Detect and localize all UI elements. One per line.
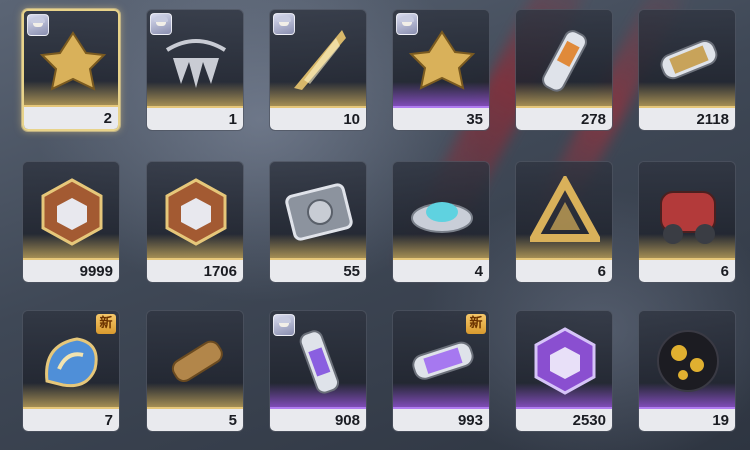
- item-slot-red-mechanical-part[interactable]: 6: [638, 161, 736, 283]
- item-slot-circuit-chip-module[interactable]: 55: [269, 161, 367, 283]
- item-slot-blue-gold-swirl-shell[interactable]: 新7: [22, 310, 120, 432]
- red-mechanical-part-icon: [653, 176, 723, 248]
- item-quantity: 278: [516, 108, 612, 130]
- character-portrait-icon: [273, 13, 295, 35]
- purple-canister-cylinder-icon: [407, 325, 477, 397]
- item-slot-golden-crystal-flower[interactable]: 2: [22, 9, 120, 131]
- item-quantity: 9999: [23, 260, 119, 282]
- golden-crystal-flower-icon: [38, 25, 108, 97]
- gold-canister-cylinder-icon: [653, 24, 723, 96]
- item-slot-black-gold-sphere[interactable]: 19: [638, 310, 736, 432]
- item-quantity: 7: [23, 409, 119, 431]
- golden-triangle-knot-icon: [527, 173, 603, 248]
- item-quantity: 4: [393, 260, 489, 282]
- black-gold-sphere-icon: [653, 325, 723, 397]
- item-quantity: 908: [270, 409, 366, 431]
- item-quantity: 19: [639, 409, 735, 431]
- item-quantity: 6: [516, 260, 612, 282]
- silver-spiked-necklace-icon: [161, 24, 231, 96]
- character-portrait-icon: [273, 314, 295, 336]
- item-quantity: 5: [147, 409, 243, 431]
- item-quantity: 6: [639, 260, 735, 282]
- item-quantity: 993: [393, 409, 489, 431]
- item-slot-golden-crystal-flower-small[interactable]: 35: [392, 9, 490, 131]
- item-slot-purple-polyhedral-core[interactable]: 2530: [515, 310, 613, 432]
- item-quantity: 1706: [147, 260, 243, 282]
- inventory-grid: 2 1 10 35 278 2118 9999 1706 55 4 6 6 新 7 5 908 新 993 2530…: [0, 0, 750, 450]
- item-quantity: 35: [393, 108, 489, 130]
- item-slot-bronze-scroll-cylinder[interactable]: 5: [146, 310, 244, 432]
- item-slot-gold-canister-cylinder[interactable]: 2118: [638, 9, 736, 131]
- item-slot-purple-capsule-vial[interactable]: 908: [269, 310, 367, 432]
- item-quantity: 2: [24, 107, 118, 129]
- golden-crystal-flower-small-icon: [407, 24, 477, 96]
- item-slot-bronze-polyhedral-core-2[interactable]: 1706: [146, 161, 244, 283]
- cyan-disc-device-icon: [407, 176, 477, 248]
- new-badge: 新: [466, 314, 486, 334]
- purple-capsule-vial-icon: [284, 325, 354, 397]
- item-slot-bronze-polyhedral-core[interactable]: 9999: [22, 161, 120, 283]
- circuit-chip-module-icon: [284, 176, 354, 248]
- item-quantity: 2118: [639, 108, 735, 130]
- item-slot-orange-capsule-vial[interactable]: 278: [515, 9, 613, 131]
- new-badge: 新: [96, 314, 116, 334]
- item-slot-cyan-disc-device[interactable]: 4: [392, 161, 490, 283]
- item-slot-silver-spiked-necklace[interactable]: 1: [146, 9, 244, 131]
- item-slot-purple-canister-cylinder[interactable]: 新 993: [392, 310, 490, 432]
- item-quantity: 55: [270, 260, 366, 282]
- character-portrait-icon: [150, 13, 172, 35]
- item-quantity: 2530: [516, 409, 612, 431]
- item-slot-golden-triangle-knot[interactable]: 6: [515, 161, 613, 283]
- item-quantity: 10: [270, 108, 366, 130]
- golden-feather-blade-icon: [284, 24, 354, 96]
- character-portrait-icon: [396, 13, 418, 35]
- bronze-polyhedral-core-icon: [37, 176, 107, 248]
- orange-capsule-vial-icon: [530, 24, 600, 96]
- bronze-polyhedral-core-2-icon: [161, 176, 231, 248]
- item-quantity: 1: [147, 108, 243, 130]
- character-portrait-icon: [27, 14, 49, 36]
- bronze-scroll-cylinder-icon: [161, 325, 231, 397]
- blue-gold-swirl-shell-icon: [37, 325, 107, 397]
- purple-polyhedral-core-icon: [530, 325, 600, 397]
- item-slot-golden-feather-blade[interactable]: 10: [269, 9, 367, 131]
